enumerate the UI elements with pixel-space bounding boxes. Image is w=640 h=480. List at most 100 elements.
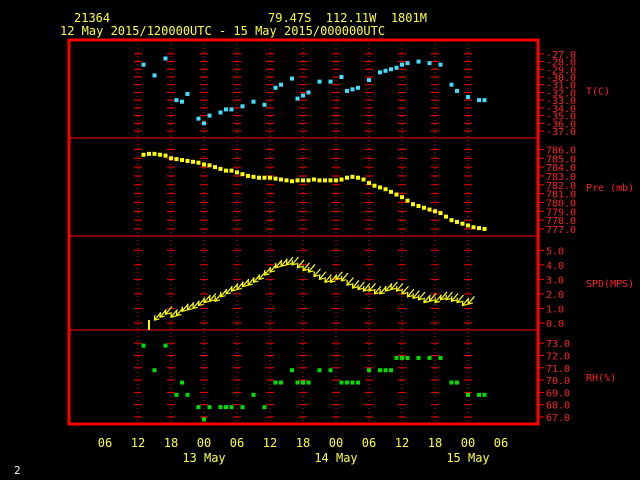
y-tick-label: 5.0 bbox=[546, 246, 564, 257]
pres-point bbox=[180, 158, 184, 163]
temp-point bbox=[218, 110, 223, 115]
rh-point bbox=[262, 405, 267, 410]
temp-point bbox=[180, 99, 184, 104]
temp-point bbox=[416, 59, 421, 64]
temp-point bbox=[477, 98, 481, 103]
rh-point bbox=[290, 368, 294, 373]
rh-point bbox=[367, 368, 371, 373]
rh-point bbox=[378, 368, 382, 373]
temp-point bbox=[202, 121, 206, 126]
rh-point bbox=[383, 368, 388, 373]
pres-point bbox=[378, 185, 382, 190]
station-id: 21364 bbox=[74, 11, 111, 25]
x-tick-label: 06 bbox=[494, 436, 508, 450]
pres-point bbox=[477, 226, 481, 231]
y-tick-label: 72.0 bbox=[546, 351, 570, 362]
pres-point bbox=[471, 225, 476, 230]
temp-point bbox=[400, 62, 404, 67]
y-tick-label: 1.0 bbox=[546, 304, 564, 315]
y-tick-label: -37.0 bbox=[546, 127, 576, 138]
rh-point bbox=[477, 392, 481, 397]
temp-point bbox=[455, 88, 459, 93]
pres-point bbox=[295, 178, 300, 183]
temp-point bbox=[273, 85, 278, 90]
rh-point bbox=[345, 380, 349, 385]
pres-point bbox=[400, 195, 404, 200]
rh-point bbox=[466, 392, 470, 397]
temp-point bbox=[306, 90, 311, 95]
pres-point bbox=[455, 219, 459, 224]
panel-label-wind: SPD(MPS) bbox=[586, 279, 634, 290]
x-tick-label: 18 bbox=[164, 436, 178, 450]
pres-point bbox=[213, 165, 217, 170]
pres-point bbox=[141, 152, 146, 157]
temp-point bbox=[224, 107, 228, 112]
rh-point bbox=[163, 343, 168, 348]
temp-point bbox=[367, 78, 371, 83]
pres-point bbox=[339, 177, 344, 182]
y-tick-label: 69.0 bbox=[546, 388, 570, 399]
pres-point bbox=[290, 179, 294, 184]
pres-point bbox=[350, 174, 355, 179]
y-tick-label: 73.0 bbox=[546, 339, 570, 350]
rh-point bbox=[196, 405, 201, 410]
panel-label-pres: Pre (mb) bbox=[586, 183, 634, 194]
pres-point bbox=[356, 175, 360, 180]
y-tick-label: 4.0 bbox=[546, 261, 564, 272]
rh-point bbox=[328, 368, 333, 373]
temp-point bbox=[466, 95, 470, 100]
rh-point bbox=[152, 368, 157, 373]
y-tick-label: 70.0 bbox=[546, 376, 570, 387]
pres-point bbox=[460, 221, 465, 226]
pres-point bbox=[312, 177, 316, 182]
temp-point bbox=[394, 65, 399, 70]
temp-point bbox=[174, 98, 179, 103]
pres-point bbox=[147, 151, 151, 156]
pres-point bbox=[251, 174, 256, 179]
temp-point bbox=[229, 107, 234, 112]
time-period: 12 May 2015/120000UTC - 15 May 2015/0000… bbox=[60, 24, 386, 38]
pres-point bbox=[389, 189, 393, 194]
rh-point bbox=[416, 355, 421, 360]
rh-point bbox=[185, 392, 190, 397]
temp-point bbox=[389, 67, 393, 72]
y-tick-label: 777.0 bbox=[546, 225, 576, 236]
pres-point bbox=[207, 163, 212, 168]
rh-point bbox=[317, 368, 322, 373]
pres-point bbox=[152, 151, 157, 156]
pres-point bbox=[444, 214, 448, 219]
y-tick-label: 2.0 bbox=[546, 290, 564, 301]
x-date-label: 14 May bbox=[314, 451, 357, 465]
rh-point bbox=[273, 380, 278, 385]
pres-point bbox=[196, 160, 201, 165]
temp-point bbox=[262, 102, 267, 107]
page-number: 2 bbox=[14, 464, 21, 477]
temp-point bbox=[378, 70, 382, 75]
temp-point bbox=[240, 104, 245, 109]
pres-point bbox=[317, 178, 322, 183]
x-tick-label: 06 bbox=[98, 436, 112, 450]
pres-point bbox=[169, 156, 173, 161]
x-date-label: 15 May bbox=[446, 451, 489, 465]
rh-point bbox=[482, 392, 487, 397]
pres-point bbox=[394, 192, 399, 197]
pres-point bbox=[416, 204, 421, 209]
temp-point bbox=[449, 82, 454, 87]
x-date-label: 13 May bbox=[182, 451, 225, 465]
pres-point bbox=[202, 162, 206, 167]
pres-point bbox=[224, 168, 228, 173]
rh-point bbox=[356, 380, 360, 385]
y-tick-label: 3.0 bbox=[546, 275, 564, 286]
rh-point bbox=[455, 380, 459, 385]
temp-point bbox=[279, 82, 283, 87]
pres-point bbox=[422, 205, 426, 210]
x-tick-label: 18 bbox=[296, 436, 310, 450]
pres-point bbox=[163, 153, 168, 158]
pres-point bbox=[438, 211, 443, 216]
rh-point bbox=[295, 380, 300, 385]
rh-point bbox=[301, 380, 305, 385]
temp-point bbox=[405, 61, 410, 66]
pres-point bbox=[262, 175, 267, 180]
station-location: 79.47S 112.11W 1801M bbox=[268, 11, 427, 25]
rh-point bbox=[174, 392, 179, 397]
